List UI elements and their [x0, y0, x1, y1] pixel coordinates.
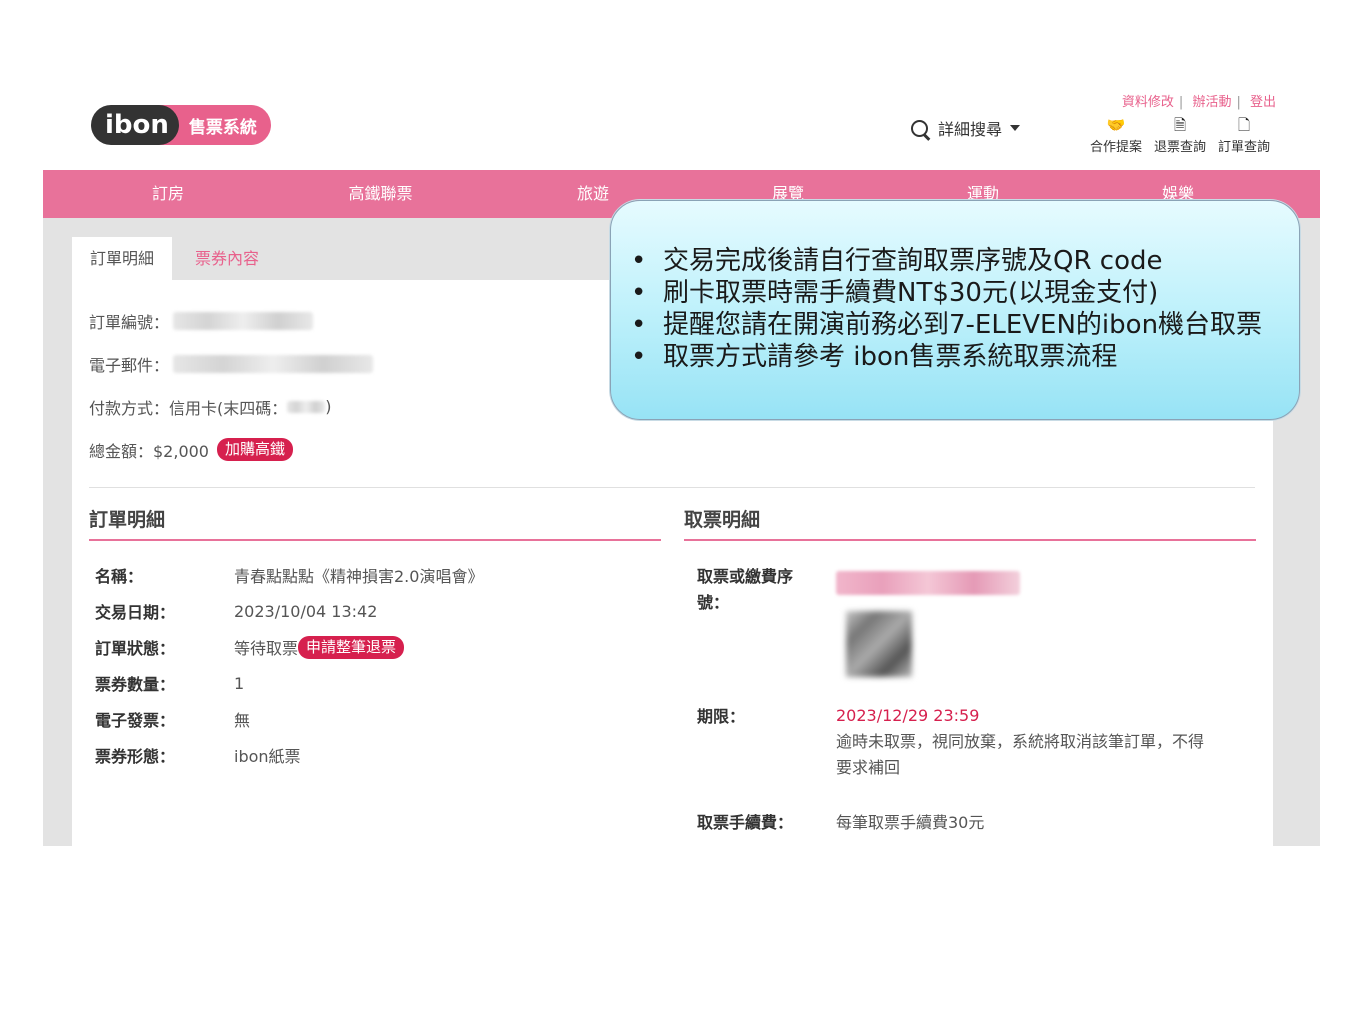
edit-profile-link[interactable]: 資料修改: [1122, 95, 1174, 110]
order-number-redacted: [173, 311, 314, 330]
ticket-detail-title: 取票明細: [684, 509, 761, 531]
partnership-link[interactable]: 🤝 合作提案: [1090, 116, 1142, 155]
quick-links: 🤝 合作提案 🗎 退票查詢 🗋 訂單查詢: [1090, 116, 1270, 155]
refund-query-link[interactable]: 🗎 退票查詢: [1154, 116, 1206, 155]
order-query-label: 訂單查詢: [1217, 140, 1270, 155]
ibon-logo[interactable]: ibon 售票系統: [91, 105, 271, 145]
ticket-detail-underline: [684, 539, 1256, 541]
email-label: 電子郵件：: [89, 355, 170, 375]
pickup-code-label: 取票或繳費序 號：: [697, 567, 794, 612]
list-item: • 提醒您請在開演前務必到7-ELEVEN的ibon機台取票: [631, 310, 1263, 340]
fee-value: 每筆取票手續費30元: [836, 813, 985, 832]
email-redacted: [173, 354, 374, 373]
dollar-doc-icon: 🗎: [1173, 116, 1186, 134]
fee-label: 取票手續費：: [697, 813, 794, 832]
list-item: • 交易完成後請自行查詢取票序號及QR code: [631, 246, 1163, 276]
order-number-label: 訂單編號：: [89, 312, 170, 332]
list-item: 訂單狀態： 等待取票 申請整筆退票: [95, 629, 483, 665]
partnership-label: 合作提案: [1089, 140, 1142, 155]
deadline-note-2: 要求補回: [836, 758, 901, 777]
deadline-note: 逾時未取票，視同放棄，系統將取消該筆訂單，不得: [836, 732, 1205, 751]
email-row: 電子郵件：: [89, 342, 374, 385]
list-item: 交易日期： 2023/10/04 13:42: [95, 601, 378, 623]
deadline-value: 2023/12/29 23:59: [836, 706, 980, 725]
logo-mark: ibon: [91, 105, 179, 145]
nav-hotel[interactable]: 訂房: [43, 170, 293, 218]
total-amount: 總金額：$2,000: [89, 441, 209, 461]
deadline-label: 期限：: [697, 707, 746, 726]
nav-hsr[interactable]: 高鐵聯票: [293, 170, 468, 218]
list-item: 電子發票：無: [95, 711, 251, 730]
list-item: • 刷卡取票時需手續費NT$30元(以現金支付): [631, 278, 1159, 308]
section-divider: [89, 487, 1255, 488]
handshake-icon: 🤝: [1106, 116, 1126, 134]
order-summary: 訂單編號： 電子郵件： 付款方式：信用卡(末四碼： ) 總金額：$2,000 加…: [89, 299, 374, 471]
request-refund-button[interactable]: 申請整筆退票: [298, 635, 405, 659]
list-item: 票券形態： ibon紙票: [95, 747, 301, 766]
pickup-code-redacted: [836, 571, 1020, 595]
chevron-down-icon: [1010, 125, 1021, 131]
list-item: 票券數量： 1: [95, 673, 245, 695]
top-links: 資料修改 | 辦活動 | 登出: [1121, 95, 1276, 110]
advanced-search-label: 詳細搜尋: [938, 120, 1003, 139]
qr-code-redacted: [846, 611, 912, 677]
order-query-link[interactable]: 🗋 訂單查詢: [1218, 116, 1270, 155]
header: ibon 售票系統 詳細搜尋 資料修改 | 辦活動 | 登出 🤝 合作提案 🗎 退票…: [43, 88, 1320, 170]
logout-link[interactable]: 登出: [1250, 95, 1276, 110]
callout-list: • 交易完成後請自行查詢取票序號及QR code • 刷卡取票時需手續費NT$30元…: [631, 245, 1262, 373]
add-hsr-button[interactable]: 加購高鐵: [217, 438, 294, 461]
tab-order-detail[interactable]: 訂單明細: [72, 237, 173, 280]
document-icon: 🗋: [1237, 116, 1251, 134]
search-icon: [911, 119, 928, 137]
list-item: • 取票方式請參考 ibon售票系統取票流程: [631, 342, 1118, 372]
payment-suffix: ): [325, 397, 332, 416]
order-number-row: 訂單編號：: [89, 299, 373, 342]
payment-row: 付款方式：信用卡(末四碼： ): [89, 385, 373, 428]
refund-query-label: 退票查詢: [1153, 140, 1206, 155]
deadline-info: 2023/12/29 23:59 逾時未取票，視同放棄，系統將取消該筆訂單，不得…: [836, 703, 1256, 781]
payment-label: 付款方式：信用卡(末四碼：: [89, 398, 288, 418]
order-detail-title: 訂單明細: [89, 509, 166, 531]
list-item: 名稱： 青春點點點《精神損害2.0演唱會》: [95, 567, 484, 586]
callout-box: • 交易完成後請自行查詢取票序號及QR code • 刷卡取票時需手續費NT$30元…: [610, 200, 1300, 420]
card-last4-redacted: [287, 400, 326, 413]
order-detail-list: 名稱： 青春點點點《精神損害2.0演唱會》 交易日期： 2023/10/04 13:…: [95, 557, 483, 773]
host-event-link[interactable]: 辦活動: [1192, 95, 1231, 110]
tab-ticket-content[interactable]: 票券內容: [177, 237, 277, 280]
order-detail-underline: [89, 539, 661, 541]
total-row: 總金額：$2,000 加購高鐵: [89, 428, 373, 471]
advanced-search-button[interactable]: 詳細搜尋: [911, 116, 1021, 140]
